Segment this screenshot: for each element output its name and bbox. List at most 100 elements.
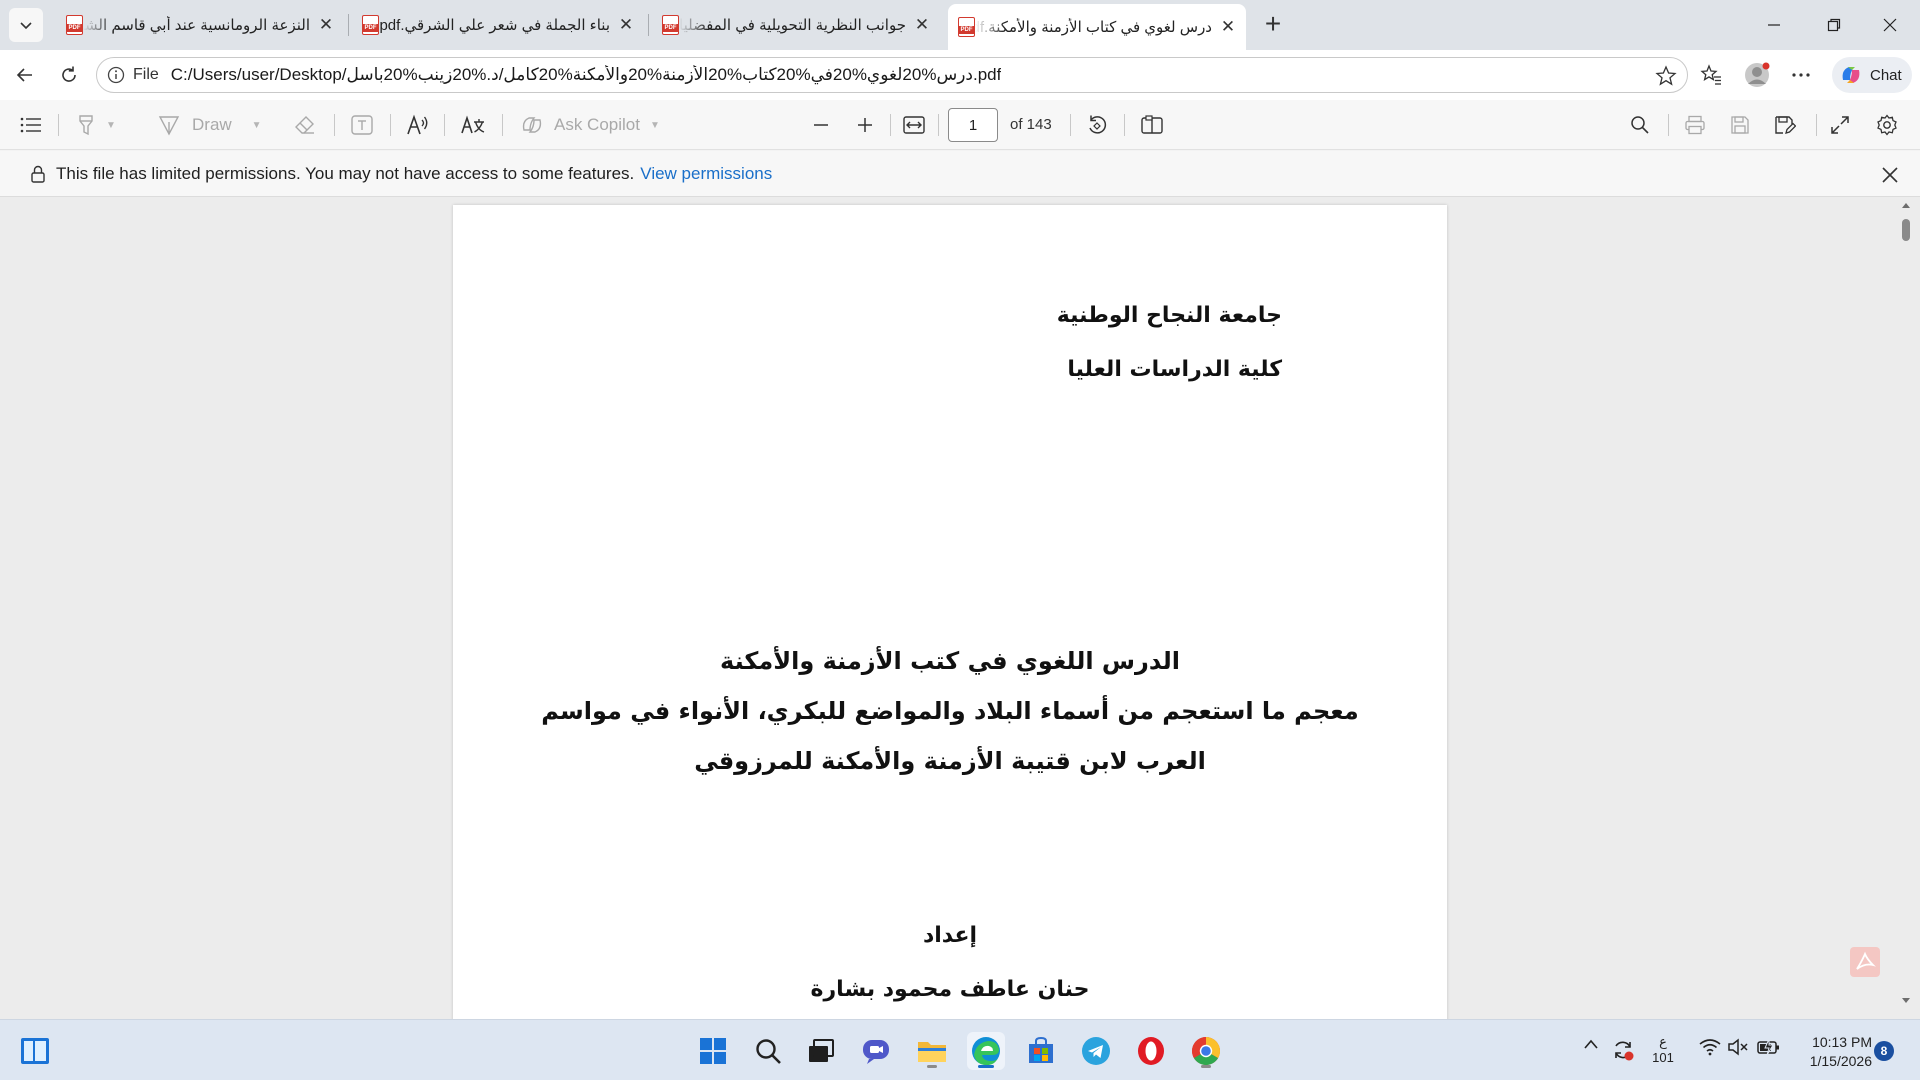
prepared-by-label: إعداد (922, 923, 978, 948)
system-clock[interactable]: 10:13 PM 1/15/2026 (1798, 1033, 1872, 1071)
telegram-button[interactable] (1077, 1032, 1115, 1070)
sync-icon (1615, 1041, 1634, 1061)
update-status-button[interactable] (1610, 1038, 1636, 1062)
chrome-button[interactable] (1187, 1032, 1225, 1070)
pdf-page: جامعة النجاح الوطنية كلية الدراسات العلي… (453, 205, 1447, 1035)
task-view-icon (809, 1039, 834, 1062)
notification-badge[interactable]: 8 (1874, 1041, 1894, 1061)
document-viewport[interactable]: جامعة النجاح الوطنية كلية الدراسات العلي… (0, 197, 1920, 1035)
tab-romanticism[interactable]: PDF النزعة الرومانسية عند أبي قاسم الشاب… (56, 6, 344, 44)
draw-label: Draw (192, 115, 232, 134)
new-tab-button[interactable]: + (1258, 10, 1288, 40)
favorite-star-icon[interactable] (1655, 65, 1677, 87)
widgets-icon (21, 1038, 49, 1064)
rotate-icon (1089, 115, 1107, 134)
pdf-toolbar: ▼ Draw ▼ Ask Copilot ▼ 1 of 143 (0, 100, 1920, 150)
address-input[interactable]: File C:/Users/user/Desktop/درس%20لغوي%20… (96, 57, 1688, 93)
scroll-down-arrow-icon[interactable] (1901, 997, 1911, 1005)
translate-button[interactable] (460, 110, 486, 140)
draw-button[interactable]: Draw ▼ (158, 110, 262, 140)
toolbar-separator (334, 114, 335, 136)
start-button[interactable] (694, 1032, 732, 1070)
opera-icon (1138, 1037, 1164, 1065)
opera-button[interactable] (1132, 1032, 1170, 1070)
close-window-button[interactable] (1860, 0, 1920, 50)
tab-list-button[interactable] (9, 8, 43, 42)
ask-copilot-button[interactable]: Ask Copilot ▼ (520, 110, 660, 140)
find-button[interactable] (1630, 110, 1650, 140)
chevron-down-icon: ▼ (649, 119, 660, 131)
page-number: 1 (968, 116, 978, 134)
fullscreen-button[interactable] (1830, 110, 1850, 140)
print-button[interactable] (1684, 110, 1706, 140)
close-icon[interactable]: ✕ (318, 15, 334, 35)
zoom-in-button[interactable] (856, 110, 874, 140)
close-icon[interactable] (1878, 163, 1902, 187)
toolbar-separator (1668, 114, 1669, 136)
close-icon[interactable]: ✕ (1220, 17, 1236, 37)
pdf-file-icon: PDF (362, 15, 379, 35)
volume-status[interactable] (1726, 1038, 1750, 1056)
scroll-up-arrow-icon[interactable] (1901, 201, 1911, 209)
more-menu-button[interactable] (1784, 58, 1818, 92)
battery-status[interactable] (1756, 1038, 1782, 1056)
tab-sentence-structure[interactable]: PDF بناء الجملة في شعر علي الشرقي.pdf ✕ (352, 6, 644, 44)
refresh-button[interactable] (52, 58, 86, 92)
edge-browser-button[interactable] (967, 1032, 1005, 1070)
copilot-icon (522, 117, 542, 133)
store-button[interactable] (1022, 1032, 1060, 1070)
eraser-icon (295, 116, 314, 134)
add-text-button[interactable] (350, 110, 374, 140)
scroll-thumb[interactable] (1902, 219, 1910, 241)
meet-app-button[interactable] (857, 1032, 895, 1070)
taskbar-search-button[interactable] (749, 1032, 787, 1070)
running-indicator (1201, 1065, 1211, 1068)
profile-button[interactable] (1740, 58, 1774, 92)
rotate-button[interactable] (1086, 110, 1108, 140)
highlighter-icon (79, 115, 93, 136)
erase-button[interactable] (294, 110, 316, 140)
show-hidden-icons-button[interactable] (1580, 1038, 1602, 1050)
tab-active-document[interactable]: PDF درس لغوي في كتاب الأزمنة والأمكنة.pd… (948, 4, 1246, 50)
close-icon[interactable]: ✕ (914, 15, 930, 35)
close-icon[interactable]: ✕ (618, 15, 634, 35)
author-name: حنان عاطف محمود بشارة (810, 977, 1090, 1002)
view-permissions-link[interactable]: View permissions (640, 164, 772, 184)
input-language-indicator[interactable]: ع 101 (1650, 1034, 1676, 1066)
zoom-out-button[interactable] (812, 110, 830, 140)
url-text[interactable]: C:/Users/user/Desktop/درس%20لغوي%20في%20… (171, 65, 1002, 85)
widgets-button[interactable] (16, 1032, 54, 1070)
info-icon[interactable] (107, 66, 125, 84)
copilot-chat-button[interactable]: Chat (1832, 57, 1912, 93)
toolbar-separator (1070, 114, 1071, 136)
file-explorer-button[interactable] (913, 1032, 951, 1070)
read-aloud-button[interactable] (406, 110, 430, 140)
search-icon (756, 1039, 781, 1064)
page-number-input[interactable]: 1 (948, 108, 998, 142)
tab-title: جوانب النظرية التحويلية في المفضليات (679, 17, 906, 34)
contents-button[interactable] (20, 110, 42, 140)
task-view-button[interactable] (802, 1032, 840, 1070)
tab-transformational-theory[interactable]: PDF جوانب النظرية التحويلية في المفضليات… (652, 6, 940, 44)
faculty-name: كلية الدراسات العليا (1067, 357, 1282, 382)
acrobat-button[interactable] (1850, 947, 1880, 977)
settings-button[interactable] (1876, 110, 1898, 140)
close-icon (1883, 18, 1897, 32)
wifi-status[interactable] (1698, 1038, 1722, 1056)
save-as-button[interactable] (1774, 110, 1796, 140)
back-button[interactable] (8, 58, 42, 92)
highlight-button[interactable]: ▼ (76, 110, 116, 140)
toolbar-separator (890, 114, 891, 136)
favorites-button[interactable] (1694, 58, 1728, 92)
minimize-button[interactable] (1744, 0, 1804, 50)
page-view-button[interactable] (1140, 110, 1164, 140)
vertical-scrollbar[interactable] (1898, 197, 1914, 1019)
plus-icon (858, 118, 872, 132)
restore-button[interactable] (1804, 0, 1864, 50)
save-button[interactable] (1730, 110, 1750, 140)
fit-to-width-button[interactable] (902, 110, 926, 140)
tab-separator (648, 14, 649, 36)
avatar-icon (1745, 62, 1770, 87)
scheme-label: File (133, 66, 159, 83)
arrow-left-icon (16, 68, 32, 82)
